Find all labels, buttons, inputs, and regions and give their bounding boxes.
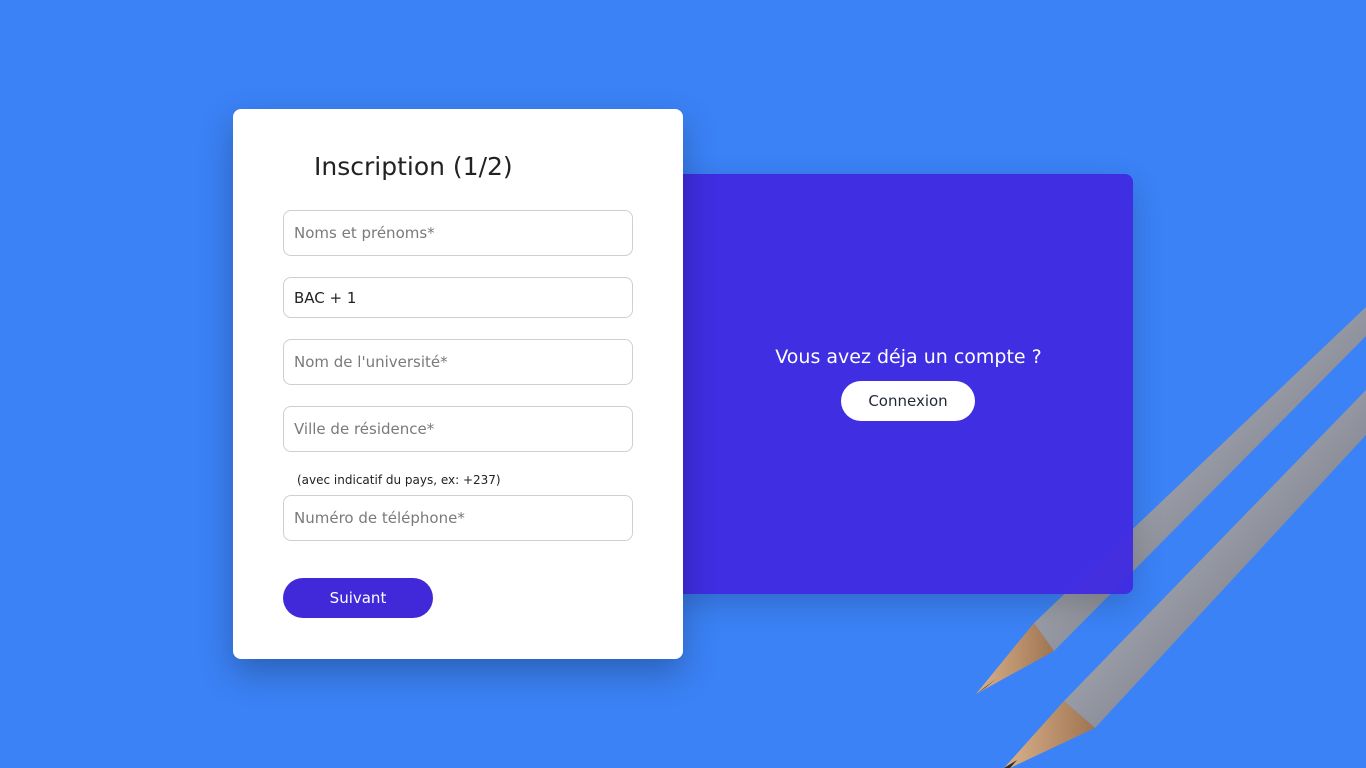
connexion-button[interactable]: Connexion bbox=[841, 381, 975, 421]
phone-input[interactable] bbox=[283, 495, 633, 541]
signup-card: Inscription (1/2) BAC + 1 (avec indicati… bbox=[233, 109, 683, 659]
login-panel-title: Vous avez déja un compte ? bbox=[775, 346, 1042, 368]
full-name-input[interactable] bbox=[283, 210, 633, 256]
signup-title: Inscription (1/2) bbox=[314, 152, 513, 181]
university-input[interactable] bbox=[283, 339, 633, 385]
phone-hint: (avec indicatif du pays, ex: +237) bbox=[297, 473, 501, 487]
education-level-select[interactable]: BAC + 1 bbox=[283, 277, 633, 318]
city-input[interactable] bbox=[283, 406, 633, 452]
next-button[interactable]: Suivant bbox=[283, 578, 433, 618]
login-panel: Vous avez déja un compte ? Connexion bbox=[676, 174, 1133, 594]
